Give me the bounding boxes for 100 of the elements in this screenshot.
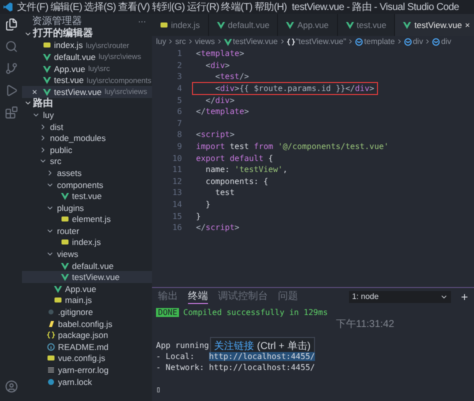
file-name: test.vue	[54, 75, 84, 86]
line-number: 8	[176, 130, 183, 140]
file-item[interactable]: vue.config.js	[22, 352, 152, 364]
section-header[interactable]: 路由	[22, 98, 152, 110]
code-line: import test from '@/components/test.vue'	[196, 142, 389, 152]
chevron-right-icon	[216, 38, 223, 45]
window-title: testView.vue - 路由 - Visual Studio Code	[292, 0, 460, 14]
menu-item[interactable]: 查看(V)	[116, 0, 151, 14]
folder-item[interactable]: views	[22, 248, 152, 260]
folder-item[interactable]: assets	[22, 167, 152, 179]
code-line: export default {	[196, 154, 274, 163]
file-item[interactable]: package.json	[22, 329, 152, 342]
chevron-right-icon	[396, 38, 403, 45]
branch-icon[interactable]	[4, 62, 18, 75]
menu-item[interactable]: 终端(T)	[220, 0, 254, 14]
file-item[interactable]: testView.vue	[22, 271, 152, 284]
file-item[interactable]: default.vue	[22, 260, 152, 272]
file-item[interactable]: README.md	[22, 341, 152, 353]
close-icon[interactable]: ×	[32, 86, 40, 97]
chevron-right-icon	[278, 38, 286, 45]
terminal-link[interactable]: http://localhost:4455/	[208, 352, 315, 361]
code-line: <script>	[196, 130, 235, 140]
folder-item[interactable]: node_modules	[22, 132, 152, 144]
breadcrumb-item[interactable]: luy	[156, 37, 166, 46]
more-button[interactable]: ···	[138, 16, 146, 26]
line-number: 13	[171, 188, 183, 198]
breadcrumb-item[interactable]: div	[441, 37, 452, 46]
braces-icon	[47, 331, 55, 340]
file-name: default.vue	[54, 52, 96, 62]
file-name: index.js	[54, 40, 83, 50]
menu-item[interactable]: 运行(R)	[186, 0, 220, 14]
file-item[interactable]: App.vue	[22, 283, 152, 295]
file-item[interactable]: babel.config.js	[22, 318, 152, 330]
editor-tab[interactable]: testView.vue ×	[395, 14, 474, 36]
line-number: 4	[176, 84, 183, 94]
breadcrumb-item[interactable]: src	[175, 37, 186, 46]
file-item[interactable]: .gitignore	[22, 306, 152, 318]
line-number: 11	[171, 165, 183, 174]
play-icon[interactable]	[4, 84, 18, 97]
search-icon[interactable]	[4, 40, 18, 53]
file-item[interactable]: yarn.lock	[22, 376, 152, 388]
file-item[interactable]: yarn-error.log	[22, 364, 152, 376]
braces-icon	[286, 38, 295, 46]
folder-item[interactable]: router	[22, 225, 152, 237]
code-line: name: 'testView',	[204, 165, 288, 174]
breadcrumb-item[interactable]: views	[194, 37, 215, 46]
file-item[interactable]: test.vue	[22, 190, 152, 202]
line-number: 5	[176, 96, 183, 105]
file-name: testView.vue	[54, 86, 102, 97]
breadcrumb-item[interactable]: testView.vue	[232, 37, 278, 46]
breadcrumb-item[interactable]: div	[412, 37, 424, 46]
line-number: 2	[176, 60, 183, 70]
line-number: 9	[176, 142, 183, 152]
files-icon[interactable]	[4, 18, 18, 31]
folder-item[interactable]: public	[22, 144, 152, 156]
terminal-text: Compiled successfully in 129ms	[183, 308, 328, 317]
menu-item[interactable]: 帮助(H)	[253, 0, 288, 14]
menu-item[interactable]: 文件(F)	[16, 0, 50, 14]
breadcrumb-item[interactable]: template	[364, 37, 395, 46]
file-item[interactable]: index.js	[22, 236, 152, 248]
folder-item[interactable]: src	[22, 156, 152, 168]
file-item[interactable]: element.js	[22, 214, 152, 226]
code-line: <template>	[196, 49, 244, 58]
terminal-text: - Local:	[156, 352, 196, 361]
blocks-icon[interactable]	[4, 106, 18, 119]
breadcrumb-item[interactable]: "testView.vue"	[296, 37, 346, 46]
section-header[interactable]: 打开的编辑器	[22, 28, 152, 40]
chevron-right-icon	[46, 168, 54, 177]
code-line: </script>	[196, 223, 240, 232]
add-button[interactable]: +	[460, 290, 468, 304]
line-number: 10	[171, 154, 183, 163]
folder-item[interactable]: components	[22, 178, 152, 190]
app-logo-icon	[3, 2, 13, 12]
terminal-cursor: ▯	[156, 385, 161, 394]
editor-tab[interactable]: test.vue	[338, 14, 396, 36]
line-number: 1	[176, 49, 183, 58]
account-icon[interactable]	[4, 380, 18, 393]
file-item[interactable]: main.js	[22, 294, 152, 306]
menu-item[interactable]: 编辑(E)	[49, 0, 84, 14]
folder-item[interactable]: plugins	[22, 202, 152, 214]
terminal-link[interactable]: http://localhost:4455/	[208, 363, 315, 372]
code-line: components: {	[204, 176, 268, 186]
folder-item[interactable]: luy	[22, 109, 152, 121]
file-name: App.vue	[54, 64, 86, 74]
vue-icon	[403, 21, 412, 29]
line-number: 6	[176, 107, 183, 116]
timestamp: 下午11:31:42	[336, 318, 394, 330]
vue-icon	[61, 192, 69, 200]
menu-item[interactable]: 转到(G)	[150, 0, 186, 14]
terminal-text: App running	[156, 341, 209, 350]
line-number: 16	[171, 223, 183, 232]
panel-tab[interactable]: 终端	[188, 290, 208, 304]
menu-item[interactable]: 选择(S)	[83, 0, 117, 14]
close-icon[interactable]: ×	[464, 20, 470, 30]
folder-item[interactable]: dist	[22, 120, 152, 132]
code-line: </template>	[196, 107, 249, 116]
vue-icon	[286, 21, 294, 29]
terminal-select[interactable]: 1: node	[348, 290, 451, 302]
code-line: <test/>	[214, 72, 249, 82]
line-number: 7	[176, 118, 183, 128]
